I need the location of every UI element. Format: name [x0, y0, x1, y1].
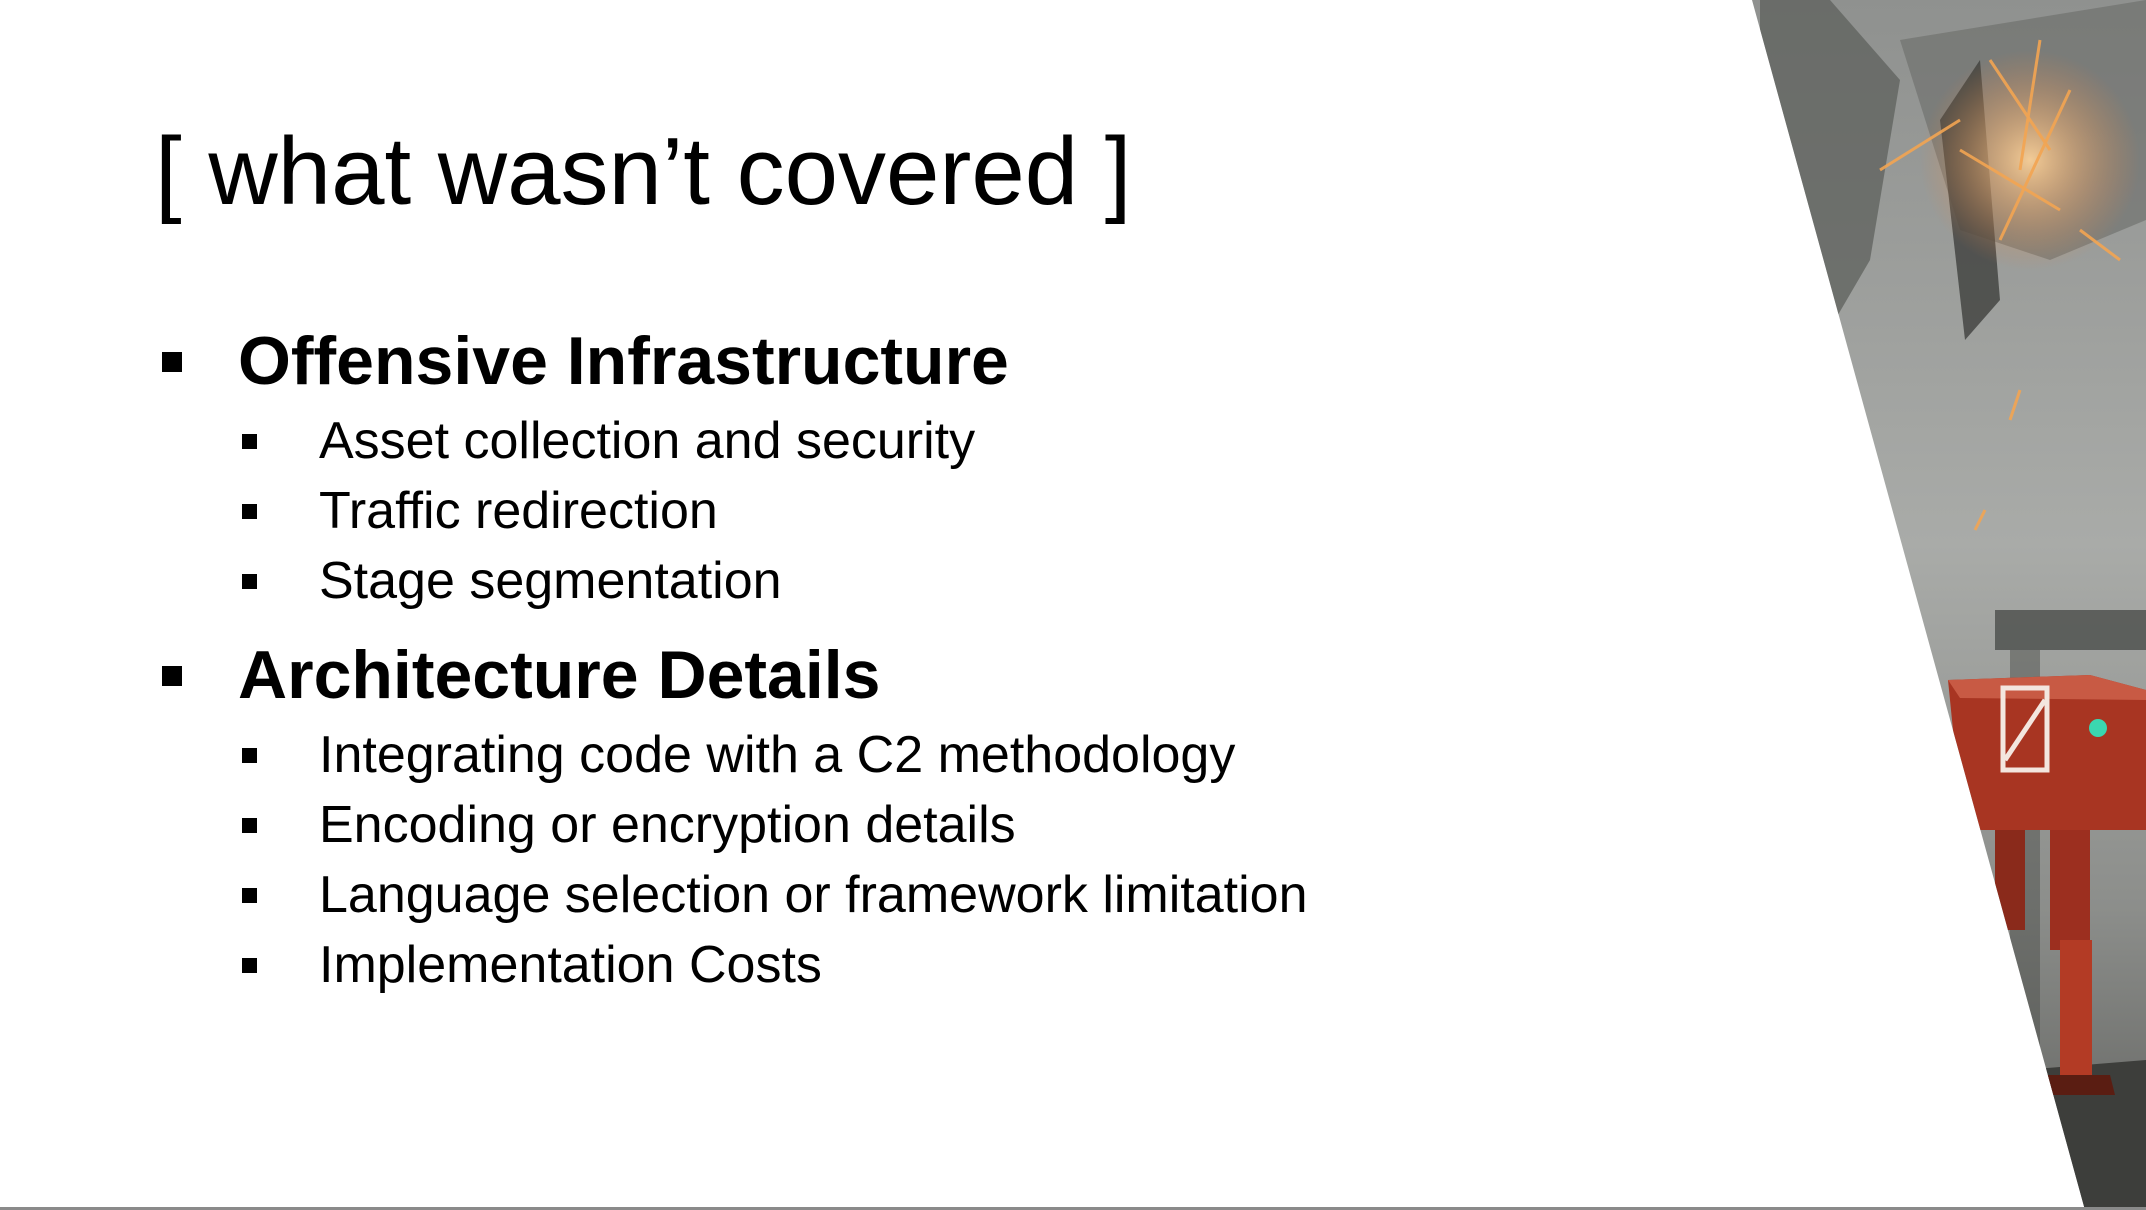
square-bullet-icon: [242, 434, 257, 449]
bullet-content: Offensive Infrastructure Asset collectio…: [160, 316, 1720, 1014]
square-bullet-icon: [242, 958, 257, 973]
square-bullet-icon: [162, 666, 182, 686]
square-bullet-icon: [242, 574, 257, 589]
square-bullet-icon: [242, 888, 257, 903]
sub-bullet-list: Asset collection and security Traffic re…: [160, 406, 1720, 616]
section-offensive-infrastructure: Offensive Infrastructure Asset collectio…: [160, 316, 1720, 616]
slide: [ what wasn’t covered ] Offensive Infras…: [0, 0, 2146, 1210]
sub-bullet-item: Integrating code with a C2 methodology: [160, 720, 1720, 790]
sub-bullet-item: Traffic redirection: [160, 476, 1720, 546]
sub-bullet-item: Stage segmentation: [160, 546, 1720, 616]
sub-bullet-item: Implementation Costs: [160, 930, 1720, 1000]
sub-bullet-list: Integrating code with a C2 methodology E…: [160, 720, 1720, 1000]
sub-bullet-item: Language selection or framework limitati…: [160, 860, 1720, 930]
section-heading: Architecture Details: [238, 637, 881, 713]
square-bullet-icon: [242, 748, 257, 763]
square-bullet-icon: [162, 352, 182, 372]
square-bullet-icon: [242, 818, 257, 833]
section-heading: Offensive Infrastructure: [238, 323, 1009, 399]
sub-bullet-item: Asset collection and security: [160, 406, 1720, 476]
square-bullet-icon: [242, 504, 257, 519]
sub-bullet-item: Encoding or encryption details: [160, 790, 1720, 860]
section-list: Offensive Infrastructure Asset collectio…: [160, 316, 1720, 1000]
section-architecture-details: Architecture Details Integrating code wi…: [160, 630, 1720, 1000]
slide-title: [ what wasn’t covered ]: [155, 118, 1132, 225]
